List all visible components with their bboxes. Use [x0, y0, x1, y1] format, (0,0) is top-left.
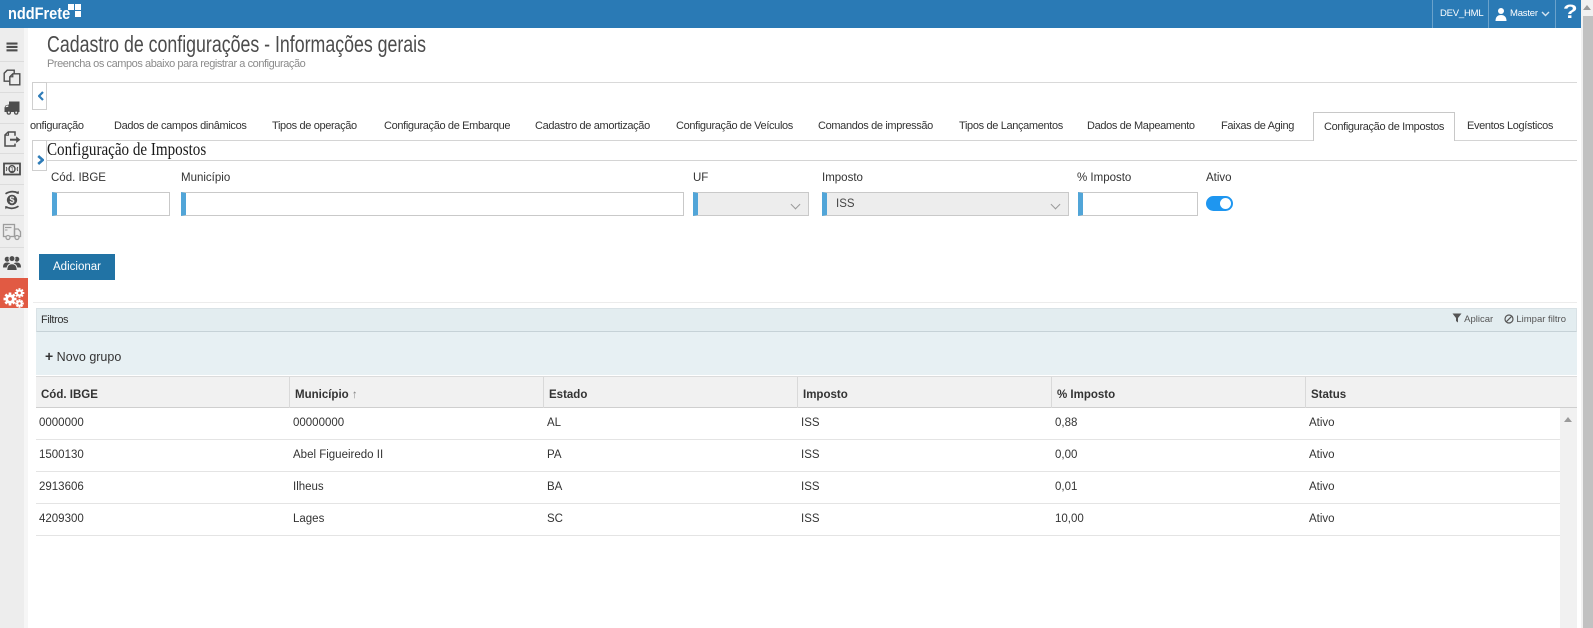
svg-text:1: 1	[10, 166, 14, 173]
svg-text:$: $	[9, 195, 14, 205]
